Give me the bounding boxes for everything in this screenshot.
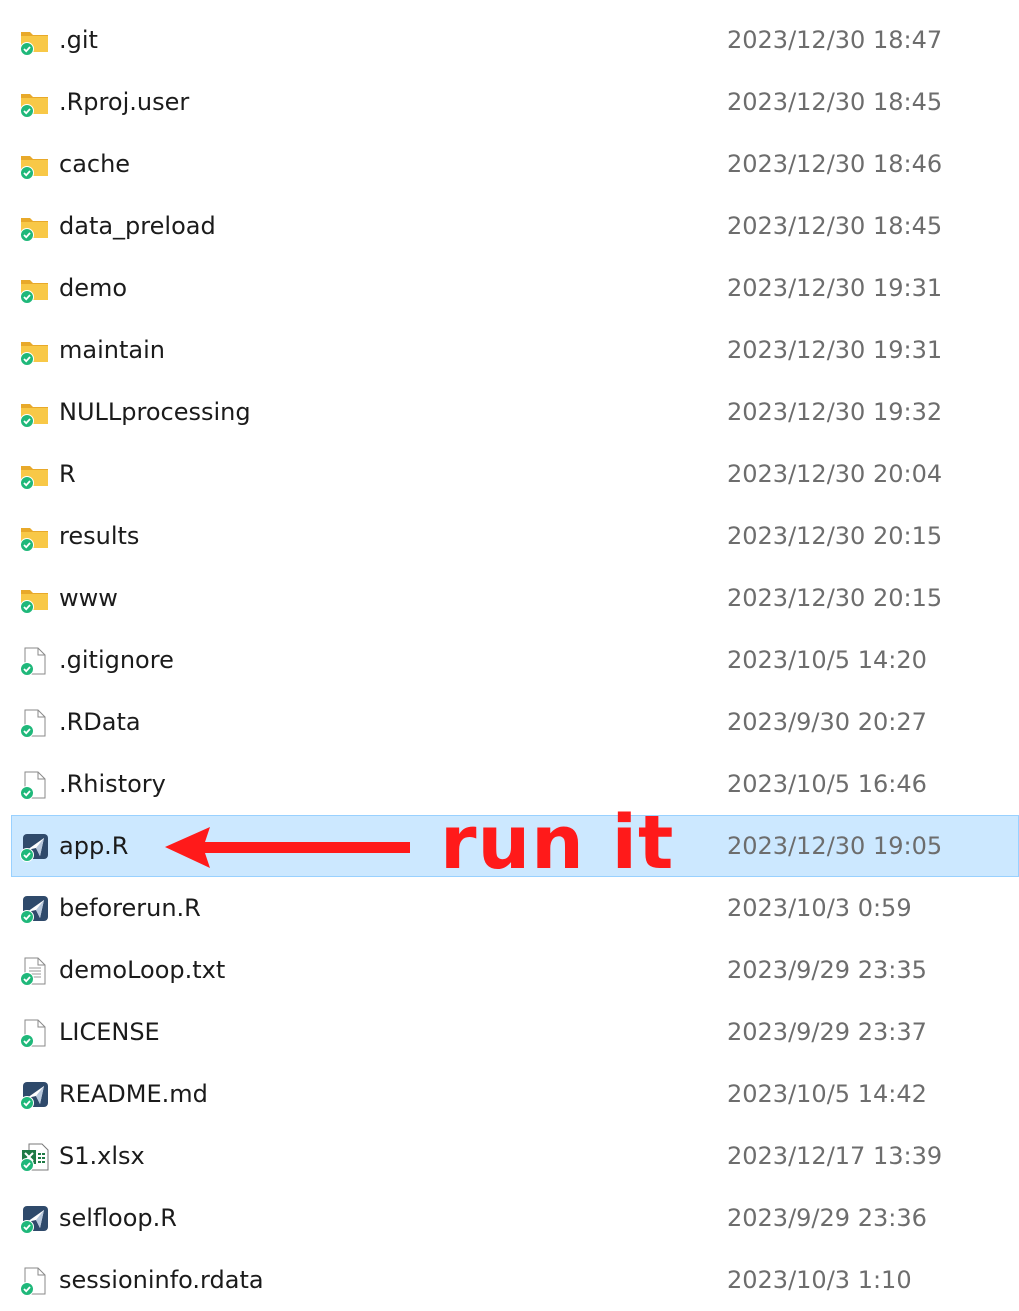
folder-icon <box>20 150 50 180</box>
file-modified-date: 2023/9/29 23:35 <box>727 956 927 984</box>
file-name: R <box>59 460 76 488</box>
file-modified-date: 2023/10/5 16:46 <box>727 770 927 798</box>
folder-icon <box>20 584 50 614</box>
file-modified-date: 2023/10/5 14:20 <box>727 646 927 674</box>
r-script-icon <box>20 1204 50 1234</box>
file-name: maintain <box>59 336 165 364</box>
blank-file-icon <box>20 1018 50 1048</box>
file-name: NULLprocessing <box>59 398 251 426</box>
file-row[interactable]: S1.xlsx 2023/12/17 13:39 <box>0 1125 1019 1187</box>
blank-file-icon <box>20 708 50 738</box>
file-row[interactable]: www 2023/12/30 20:15 <box>0 567 1019 629</box>
r-script-icon <box>20 894 50 924</box>
file-modified-date: 2023/12/30 19:31 <box>727 336 943 364</box>
file-name: www <box>59 584 118 612</box>
text-file-icon <box>20 956 50 986</box>
file-row[interactable]: R 2023/12/30 20:04 <box>0 443 1019 505</box>
file-modified-date: 2023/9/30 20:27 <box>727 708 927 736</box>
file-modified-date: 2023/12/30 19:32 <box>727 398 943 426</box>
file-row[interactable]: sessioninfo.rdata 2023/10/3 1:10 <box>0 1249 1019 1311</box>
file-row[interactable]: LICENSE 2023/9/29 23:37 <box>0 1001 1019 1063</box>
file-row[interactable]: demoLoop.txt 2023/9/29 23:35 <box>0 939 1019 1001</box>
r-script-icon <box>20 1080 50 1110</box>
file-name: data_preload <box>59 212 216 240</box>
file-row[interactable]: selfloop.R 2023/9/29 23:36 <box>0 1187 1019 1249</box>
annotation-text: run it <box>440 800 675 886</box>
file-modified-date: 2023/12/30 18:45 <box>727 212 943 240</box>
file-modified-date: 2023/9/29 23:37 <box>727 1018 927 1046</box>
file-modified-date: 2023/12/30 19:31 <box>727 274 943 302</box>
file-name: .Rhistory <box>59 770 166 798</box>
file-modified-date: 2023/10/3 0:59 <box>727 894 912 922</box>
file-name: demoLoop.txt <box>59 956 226 984</box>
file-name: demo <box>59 274 128 302</box>
blank-file-icon <box>20 1266 50 1296</box>
file-modified-date: 2023/12/30 18:45 <box>727 88 943 116</box>
file-name: beforerun.R <box>59 894 201 922</box>
file-modified-date: 2023/12/30 18:46 <box>727 150 943 178</box>
file-row[interactable]: maintain 2023/12/30 19:31 <box>0 319 1019 381</box>
file-name: README.md <box>59 1080 208 1108</box>
file-modified-date: 2023/10/5 14:42 <box>727 1080 927 1108</box>
file-modified-date: 2023/12/17 13:39 <box>727 1142 943 1170</box>
file-row[interactable]: NULLprocessing 2023/12/30 19:32 <box>0 381 1019 443</box>
file-name: cache <box>59 150 131 178</box>
file-modified-date: 2023/12/30 20:15 <box>727 584 943 612</box>
blank-file-icon <box>20 770 50 800</box>
file-row[interactable]: .gitignore 2023/10/5 14:20 <box>0 629 1019 691</box>
file-row[interactable]: results 2023/12/30 20:15 <box>0 505 1019 567</box>
file-row[interactable]: .RData 2023/9/30 20:27 <box>0 691 1019 753</box>
file-modified-date: 2023/12/30 20:04 <box>727 460 943 488</box>
r-script-icon <box>20 832 50 862</box>
folder-icon <box>20 88 50 118</box>
annotation-arrow <box>165 827 410 868</box>
file-name: LICENSE <box>59 1018 160 1046</box>
file-row[interactable]: demo 2023/12/30 19:31 <box>0 257 1019 319</box>
file-list: .git 2023/12/30 18:47 .Rproj.user 2023/12/3… <box>0 9 1019 1311</box>
folder-icon <box>20 460 50 490</box>
file-name: .RData <box>59 708 141 736</box>
folder-icon <box>20 398 50 428</box>
file-row[interactable]: README.md 2023/10/5 14:42 <box>0 1063 1019 1125</box>
file-name: selfloop.R <box>59 1204 177 1232</box>
folder-icon <box>20 212 50 242</box>
file-name: .gitignore <box>59 646 174 674</box>
file-modified-date: 2023/9/29 23:36 <box>727 1204 927 1232</box>
file-name: S1.xlsx <box>59 1142 145 1170</box>
file-modified-date: 2023/12/30 19:05 <box>727 832 943 860</box>
file-row[interactable]: beforerun.R 2023/10/3 0:59 <box>0 877 1019 939</box>
file-modified-date: 2023/10/3 1:10 <box>727 1266 912 1294</box>
file-modified-date: 2023/12/30 18:47 <box>727 26 943 54</box>
file-row[interactable]: data_preload 2023/12/30 18:45 <box>0 195 1019 257</box>
file-name: .Rproj.user <box>59 88 190 116</box>
folder-icon <box>20 336 50 366</box>
file-name: sessioninfo.rdata <box>59 1266 264 1294</box>
file-name: results <box>59 522 140 550</box>
folder-icon <box>20 26 50 56</box>
file-row[interactable]: .Rproj.user 2023/12/30 18:45 <box>0 71 1019 133</box>
file-name: app.R <box>59 832 129 860</box>
folder-icon <box>20 274 50 304</box>
file-row[interactable]: .git 2023/12/30 18:47 <box>0 9 1019 71</box>
file-modified-date: 2023/12/30 20:15 <box>727 522 943 550</box>
blank-file-icon <box>20 646 50 676</box>
excel-file-icon <box>20 1142 50 1172</box>
folder-icon <box>20 522 50 552</box>
file-row[interactable]: cache 2023/12/30 18:46 <box>0 133 1019 195</box>
file-name: .git <box>59 26 98 54</box>
